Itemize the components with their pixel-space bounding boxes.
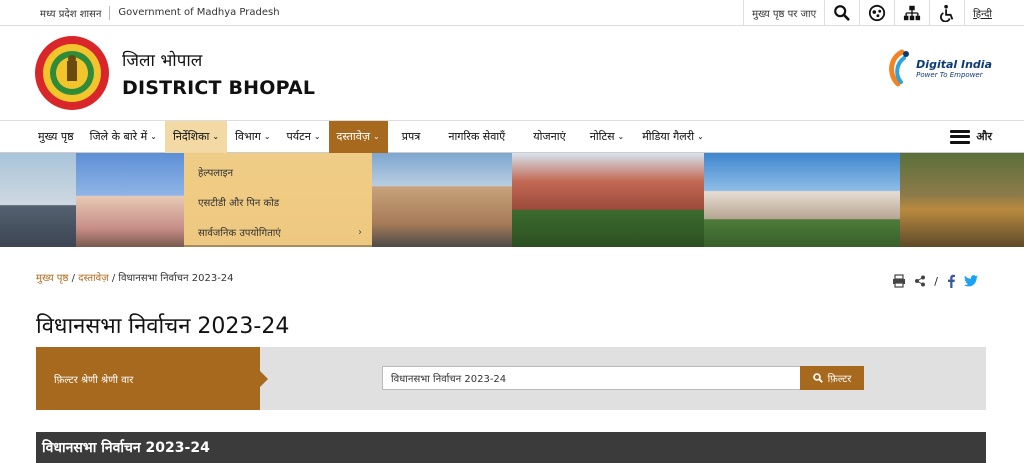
hamburger-icon [950, 129, 971, 144]
digital-india-tagline: Power To Empower [916, 70, 983, 79]
page-title: विधानसभा निर्वाचन 2023-24 [36, 314, 290, 339]
banner-photo-building [512, 153, 704, 247]
share-icon[interactable] [914, 275, 926, 287]
state-name-english: Government of Madhya Pradesh [118, 7, 280, 18]
banner-photo-assembly [704, 153, 900, 247]
filter-button[interactable]: फ़िल्टर [800, 366, 864, 390]
banner-photo-statue [0, 153, 76, 247]
table-heading: विधानसभा निर्वाचन 2023-24 [36, 432, 986, 463]
state-emblem-logo[interactable] [34, 35, 110, 111]
digital-india-text: Digital India [916, 57, 992, 71]
breadcrumb-separator: / [71, 273, 75, 284]
nav-item-citizen-services[interactable]: नागरिक सेवाएँ [434, 121, 519, 153]
banner-photo-strip: हेल्पलाइन एसटीडी और पिन कोड सार्वजनिक उप… [0, 153, 1024, 247]
twitter-icon[interactable] [964, 275, 978, 287]
more-menu-button[interactable]: और [950, 129, 992, 144]
nav-item-departments[interactable]: विभाग ⌄ [227, 121, 278, 153]
chevron-right-icon: › [358, 226, 362, 238]
sitemap-icon[interactable] [894, 0, 929, 26]
nav-item-directory[interactable]: निर्देशिका ⌄ [164, 120, 228, 153]
breadcrumb-documents-link[interactable]: दस्तावेज़ [78, 273, 108, 284]
digital-india-mark-icon [889, 49, 910, 87]
nav-item-about-district[interactable]: जिले के बारे में ⌄ [82, 121, 165, 153]
nav-item-home[interactable]: मुख्य पृष्ठ [30, 121, 82, 153]
dropdown-item-std-pin-code[interactable]: एसटीडी और पिन कोड [184, 187, 372, 217]
nav-item-forms[interactable]: प्रपत्र [388, 121, 435, 153]
state-name-hindi: मध्य प्रदेश शासन [40, 8, 102, 20]
breadcrumb-current: विधानसभा निर्वाचन 2023-24 [118, 273, 234, 284]
dropdown-item-public-utilities[interactable]: सार्वजनिक उपयोगिताएं › [184, 217, 372, 247]
site-title-hindi[interactable]: जिला भोपाल [122, 48, 315, 71]
filter-label: फ़िल्टर श्रेणी श्रेणी वार [36, 347, 268, 410]
nav-item-notices[interactable]: नोटिस ⌄ [580, 121, 635, 153]
breadcrumb: मुख्य पृष्ठ / दस्तावेज़ / विधानसभा निर्व… [36, 270, 234, 284]
digital-india-logo[interactable]: Digital India Power To Empower [882, 48, 992, 88]
site-header: जिला भोपाल DISTRICT BHOPAL Digital India… [0, 26, 1024, 121]
language-switch-link[interactable]: हिन्दी [964, 0, 1024, 26]
social-media-icon[interactable] [859, 0, 894, 26]
nav-item-media-gallery[interactable]: मीडिया गैलरी ⌄ [634, 121, 712, 153]
print-icon[interactable] [892, 274, 906, 288]
breadcrumb-separator: / [111, 273, 116, 284]
banner-photo-wildlife [900, 153, 1024, 247]
nav-item-documents[interactable]: दस्तावेज़ ⌄ [328, 120, 388, 153]
accessibility-icon[interactable] [929, 0, 964, 26]
search-icon [812, 373, 823, 383]
nav-item-schemes[interactable]: योजनाएं [519, 121, 579, 153]
main-navigation: मुख्य पृष्ठ जिले के बारे में ⌄ निर्देशिका… [0, 120, 1024, 153]
share-tools: / [892, 274, 978, 288]
site-title-english[interactable]: DISTRICT BHOPAL [122, 77, 315, 99]
banner-photo-station [372, 153, 512, 247]
filter-bar: फ़िल्टर श्रेणी श्रेणी वार विधानसभा निर्व… [36, 347, 986, 410]
banner-photo-mosque [76, 153, 184, 247]
search-icon[interactable] [824, 0, 859, 26]
top-bar: मध्य प्रदेश शासन Government of Madhya Pr… [0, 0, 1024, 26]
breadcrumb-home-link[interactable]: मुख्य पृष्ठ [36, 273, 68, 284]
dropdown-item-helpline[interactable]: हेल्पलाइन [184, 157, 372, 187]
category-select[interactable]: विधानसभा निर्वाचन 2023-24 [382, 366, 802, 390]
skip-to-main-link[interactable]: मुख्य पृष्ठ पर जाए [743, 0, 824, 26]
facebook-icon[interactable] [946, 274, 956, 288]
directory-dropdown-menu: हेल्पलाइन एसटीडी और पिन कोड सार्वजनिक उप… [184, 153, 372, 245]
share-divider: / [934, 274, 938, 288]
nav-item-tourism[interactable]: पर्यटन ⌄ [279, 121, 329, 153]
